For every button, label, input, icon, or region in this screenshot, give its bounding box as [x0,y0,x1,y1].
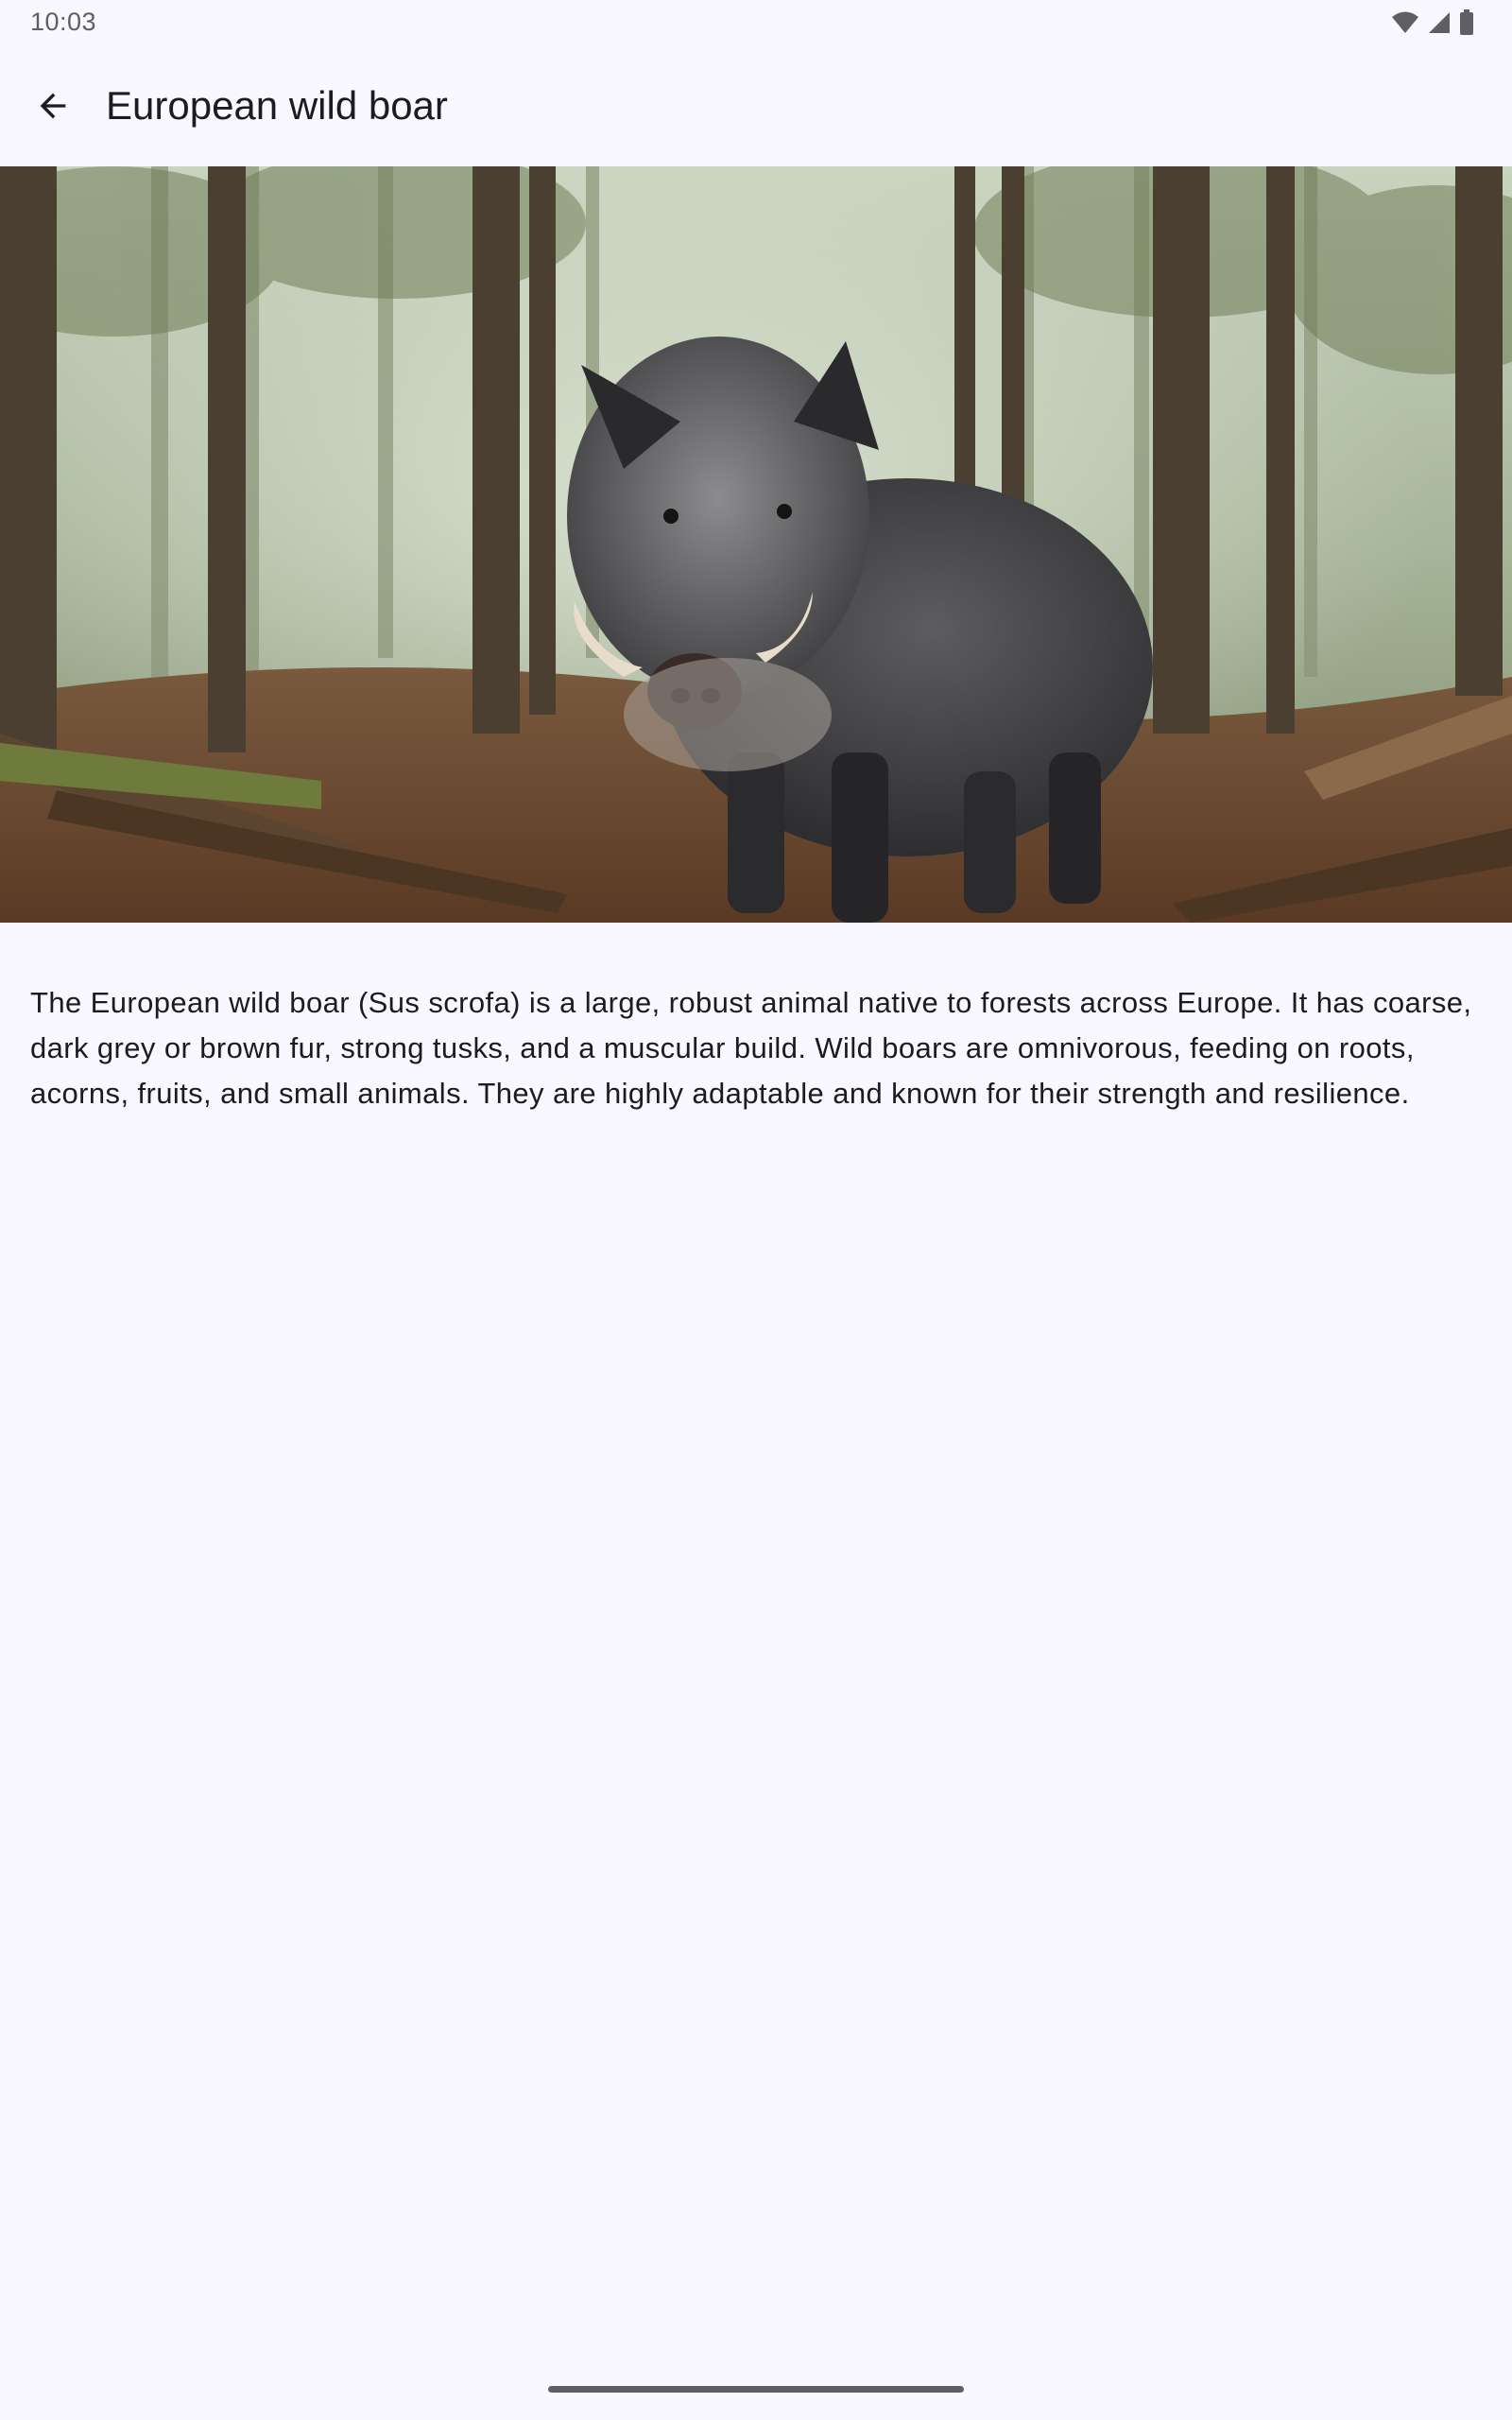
wifi-icon [1392,11,1418,33]
battery-icon [1460,9,1473,35]
boar-hero-image [0,166,1512,923]
gesture-nav-handle[interactable] [548,2386,964,2393]
status-time: 10:03 [30,8,97,36]
status-icons [1391,9,1474,36]
top-app-bar: European wild boar [0,45,1512,166]
cellular-signal-icon [1429,12,1450,33]
status-bar: 10:03 [0,0,1512,45]
back-button[interactable] [15,68,91,144]
description-text: The European wild boar (Sus scrofa) is a… [30,986,1472,1110]
arrow-left-icon [40,93,66,119]
page-title: European wild boar [106,83,448,128]
